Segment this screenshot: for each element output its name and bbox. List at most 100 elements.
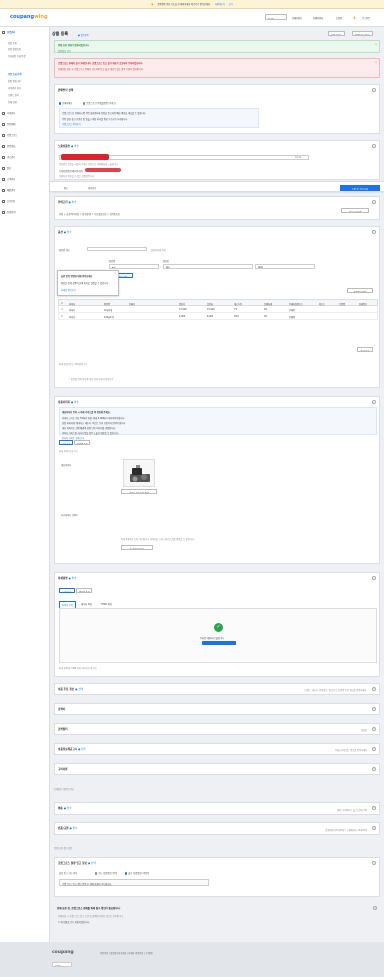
chevron-down-icon[interactable]: ⌄ <box>372 805 376 810</box>
logout-link[interactable]: 로그아웃 <box>362 16 370 20</box>
chevron-down-icon[interactable]: ⌄ <box>372 825 376 830</box>
cancel-button[interactable]: 취소 <box>64 186 68 190</box>
banner-link[interactable]: 자세히보기 <box>215 2 225 6</box>
sidebar-item-stats[interactable]: 통계/분석 <box>2 210 16 214</box>
main-info-card[interactable]: 상품 주요 정보● 선택 브랜드, 제조사, 인증정보, 원산지 등 상품의 주… <box>54 683 380 695</box>
register-guide-button[interactable]: 상품등록 가이드 <box>352 31 373 36</box>
close-icon[interactable]: × <box>375 43 377 46</box>
edit-option-table-button[interactable]: 옵션목록 편집 <box>347 288 373 293</box>
select-all-checkbox[interactable]: ☐ <box>61 302 63 305</box>
sidebar-sub-register[interactable]: 상품 등록 <box>8 41 17 45</box>
rocket-radio-2[interactable]: 불가 (상품정보 미입력) <box>125 871 149 875</box>
row-normal-price[interactable]: 15,000 <box>207 308 215 311</box>
preview-button[interactable]: 미리보기 <box>88 186 96 190</box>
extra-image-button[interactable]: 추가이미지 등록 <box>121 545 153 550</box>
more-button[interactable]: ▼ 더보기 <box>357 347 373 352</box>
tab-basic[interactable]: 기본 등록 <box>59 588 75 593</box>
chevron-down-icon[interactable]: ⌄ <box>372 746 376 751</box>
close-icon[interactable]: × <box>375 61 377 64</box>
chevron-up-icon[interactable]: ⌃ <box>372 575 376 580</box>
change-category-button[interactable]: 카테고리 변경 <box>341 208 369 213</box>
sidebar-sub-registered[interactable]: 등록상품 조회/수정 <box>8 54 26 58</box>
banner-close[interactable]: 닫기 <box>229 2 233 6</box>
chevron-down-icon[interactable]: ⌄ <box>373 905 377 910</box>
chevron-up-icon[interactable]: ⌃ <box>372 143 376 148</box>
sales-method-radio-2[interactable]: 로켓그로스(쿠팡풀필먼트서비스) <box>83 101 116 105</box>
option-footer-note[interactable]: * 옵션별 판매 방식에 대한 안내 자세히 알아보기 <box>69 377 113 381</box>
chevron-up-icon[interactable]: ⌃ <box>372 229 376 234</box>
sidebar-sub-alert[interactable]: 상품 알림 관리 <box>8 79 21 83</box>
sidebar-item-price[interactable]: 가격관리 <box>2 111 15 115</box>
row-checkbox[interactable]: ☐ <box>61 315 63 318</box>
seller-info-link[interactable]: 판매자정보 <box>292 16 302 20</box>
notice-info-card[interactable]: 상품정보제공고시● 필수 카테고리에 맞는 정보를 입력하세요 ⌄ <box>54 743 380 755</box>
chevron-down-icon[interactable]: ⌄ <box>372 686 376 691</box>
success-alert-link[interactable]: 상품정보 보기 <box>58 49 376 53</box>
rocket-radio-1[interactable]: 가능 (상품정보 입력) <box>95 871 117 875</box>
sub-tab-html[interactable]: HTML 작성 <box>99 601 114 607</box>
chevron-up-icon[interactable]: ⌃ <box>372 87 376 92</box>
sidebar-item-store[interactable]: 매장관리 <box>2 188 15 192</box>
row-normal-price[interactable]: 6,000 <box>207 315 213 318</box>
table-row[interactable]: ☐ 이미지 1kg/1개 13,900 15,000 7% 99 판매중 <box>58 306 378 313</box>
sidebar-item-ads[interactable]: 광고관리 <box>2 155 15 159</box>
option-name-input[interactable]: 중량 <box>109 264 159 269</box>
agreement-checkbox[interactable]: ☐ 위 내용을 모두 확인하였습니다. <box>58 920 90 924</box>
table-row[interactable]: ☐ 이미지 100g/1개 4,900 6,000 18% 99 판매중 <box>58 313 378 320</box>
bell-icon[interactable]: 🔔 <box>353 16 356 19</box>
main-image[interactable] <box>123 459 155 487</box>
row-price[interactable]: 13,900 <box>179 308 187 311</box>
sidebar-item-product[interactable]: 상품관리 <box>2 30 15 34</box>
popup-link[interactable]: 자세히 알아보기 <box>61 288 76 292</box>
sidebar-sub-brand[interactable]: 브랜드 관리 <box>8 93 19 97</box>
sidebar-item-rocket[interactable]: 로켓그로스 <box>2 133 17 137</box>
sidebar-sub-price[interactable]: 가격관리 관리 <box>8 86 21 90</box>
chevron-up-icon[interactable]: ⌃ <box>372 399 376 404</box>
sidebar-sub-request[interactable]: 판매 요청 <box>8 100 17 104</box>
sidebar-item-return[interactable]: 반품/취소 <box>2 144 16 148</box>
row-stock[interactable]: 99 <box>264 315 267 318</box>
row-checkbox[interactable]: ☐ <box>61 308 63 311</box>
option-count-select[interactable]: 1개 <box>87 246 147 251</box>
documents-card[interactable]: 구비서류 ⌄ <box>54 763 380 775</box>
row-image[interactable]: 이미지 <box>69 315 75 319</box>
sales-guide-button[interactable]: 판매 가이드 <box>328 31 345 36</box>
search-filter-card[interactable]: 검색필터 설정됨 ⌄ <box>54 723 380 735</box>
chevron-up-icon[interactable]: ⌃ <box>372 199 376 204</box>
sidebar-sub-edit[interactable]: 상품 조회/수정 <box>8 72 22 76</box>
row-price[interactable]: 4,900 <box>179 315 185 318</box>
main-image-caption[interactable]: 이미지 1/1 등록 완료 <box>121 489 157 494</box>
chevron-down-icon[interactable]: ⌄ <box>372 766 376 771</box>
row-image[interactable]: 이미지 <box>69 308 75 312</box>
sidebar-item-order[interactable]: 주문/배송 <box>2 122 16 126</box>
sales-method-radio-1[interactable]: 판매자배송 <box>59 101 72 105</box>
sidebar-item-customer[interactable]: 고객관리 <box>2 177 15 181</box>
footer-language-select[interactable]: 한국어 <box>52 962 72 967</box>
chevron-down-icon[interactable]: ⌄ <box>372 706 376 711</box>
seller-center-link[interactable]: 판매자센터 <box>313 16 323 20</box>
chevron-up-icon[interactable]: ⌃ <box>372 860 376 865</box>
sub-tab-editor[interactable]: 에디터 작성 <box>79 601 94 607</box>
footer-links[interactable]: 이용약관 | 개인정보처리방침 | 판매자 이용약관 | 고객센터 <box>100 951 153 955</box>
tab-template[interactable]: 템플릿 등록 <box>76 588 92 593</box>
shipping-card[interactable]: 배송● 필수 택배 / 무료배송 / 출고소요일 2일 ⌄ <box>54 802 380 815</box>
chevron-down-icon[interactable]: ⌄ <box>372 726 376 731</box>
sidebar-sub-bulk[interactable]: 상품 일괄등록 <box>8 47 21 51</box>
logo[interactable]: coupangwing <box>10 14 48 20</box>
search-terms-card[interactable]: 검색어 ⌄ <box>54 703 380 715</box>
rocket-learn-link[interactable]: 로켓그로스 알아보기 <box>62 122 256 126</box>
tab-per-option[interactable]: 옵션별 등록 <box>74 440 90 445</box>
submit-button[interactable]: 수정 및 승인 요청 <box>340 184 380 191</box>
close-icon[interactable]: × <box>114 272 116 275</box>
option-value-input[interactable]: 1kg <box>163 264 253 269</box>
tab-basic[interactable]: 기본 등록 <box>59 440 73 445</box>
sidebar-item-promo[interactable]: 프로모션 <box>2 199 15 203</box>
language-select[interactable]: 한국어 <box>265 14 287 20</box>
option-value-input-2[interactable]: 100g <box>255 264 315 269</box>
notice-link[interactable]: 이미지 가이드 전체 보기 <box>62 436 374 440</box>
edit-detail-button[interactable]: 수정하기 <box>202 641 236 646</box>
sidebar-item-settle[interactable]: 정산 <box>2 166 11 170</box>
help-link[interactable]: 도움말 <box>336 16 342 20</box>
returns-card[interactable]: 반품/교환● 필수 반품배송비 5,000원 / 교환배송비 10,000원 ⌄ <box>54 822 380 835</box>
row-stock[interactable]: 99 <box>264 308 267 311</box>
